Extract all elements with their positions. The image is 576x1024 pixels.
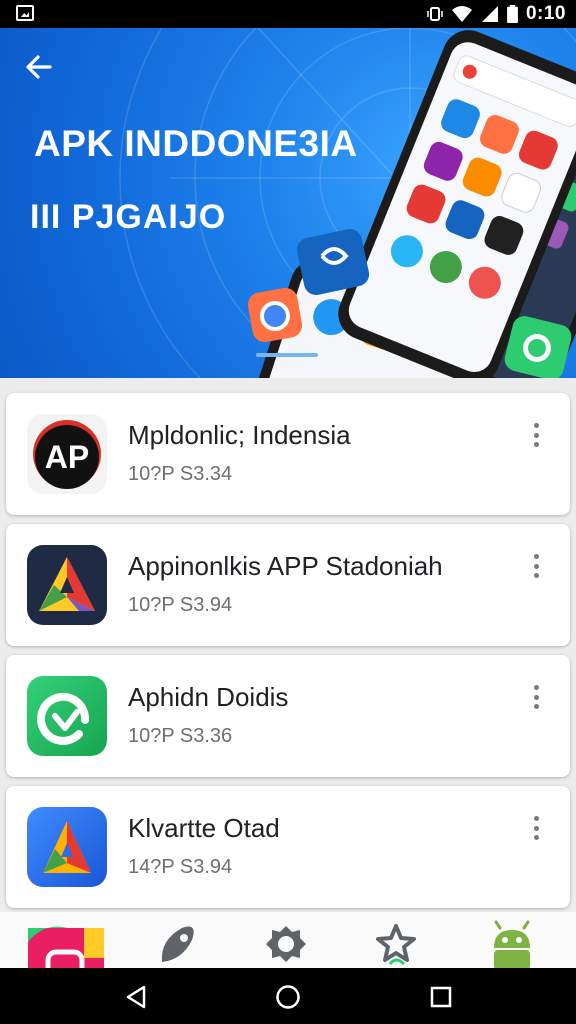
green-q-logo-icon bbox=[27, 676, 107, 756]
overflow-menu-icon[interactable] bbox=[524, 683, 548, 711]
banner-subtitle: III PJGAIJO bbox=[30, 198, 227, 236]
ap-logo-icon: AP bbox=[27, 414, 107, 494]
svg-text:AP: AP bbox=[45, 439, 89, 475]
hero-banner: APK INDDONE3IA III PJGAIJO bbox=[0, 28, 576, 378]
status-time: 0:10 bbox=[525, 3, 566, 24]
banner-page-indicator bbox=[256, 353, 318, 357]
battery-icon bbox=[507, 5, 518, 23]
instagram-like-icon[interactable] bbox=[24, 918, 104, 968]
overflow-menu-icon[interactable] bbox=[524, 552, 548, 580]
image-icon bbox=[16, 5, 34, 21]
home-circle-icon[interactable] bbox=[275, 984, 301, 1010]
app-meta: 10?P S3.34 bbox=[128, 463, 233, 485]
system-nav-bar bbox=[0, 968, 576, 1024]
app-name: Klvartte Otad bbox=[128, 813, 280, 843]
app-name: Aphidn Doidis bbox=[128, 682, 289, 712]
blue-a-logo-icon bbox=[27, 807, 107, 887]
app-meta: 14?P S3.94 bbox=[128, 856, 233, 878]
signal-icon bbox=[481, 6, 498, 22]
vibrate-icon bbox=[427, 7, 443, 21]
overflow-menu-icon[interactable] bbox=[524, 421, 548, 449]
wifi-icon bbox=[451, 6, 472, 22]
bottom-tab-bar bbox=[0, 912, 576, 968]
rocket-icon[interactable] bbox=[152, 918, 208, 968]
android-icon[interactable] bbox=[484, 918, 540, 968]
app-name: Mpldonlic; Indensia bbox=[128, 420, 351, 450]
app-card-4[interactable]: Klvartte Otad 14?P S3.94 bbox=[6, 786, 570, 908]
recents-square-icon[interactable] bbox=[428, 984, 454, 1010]
status-bar: 0:10 bbox=[0, 0, 576, 28]
app-meta: 10?P S3.36 bbox=[128, 725, 233, 747]
back-arrow-icon[interactable] bbox=[22, 50, 56, 84]
app-name: Appinonlkis APP Stadoniah bbox=[128, 551, 443, 581]
gear-badge-icon[interactable] bbox=[258, 918, 314, 968]
app-card-2[interactable]: Appinonlkis APP Stadoniah 10?P S3.94 bbox=[6, 524, 570, 646]
app-meta: 10?P S3.94 bbox=[128, 594, 233, 616]
banner-title: APK INDDONE3IA bbox=[34, 123, 358, 164]
back-triangle-icon[interactable] bbox=[124, 984, 150, 1010]
app-card-1[interactable]: AP Mpldonlic; Indensia 10?P S3.34 bbox=[6, 393, 570, 515]
star-icon[interactable] bbox=[368, 918, 424, 968]
overflow-menu-icon[interactable] bbox=[524, 814, 548, 842]
app-card-3[interactable]: Aphidn Doidis 10?P S3.36 bbox=[6, 655, 570, 777]
status-icons: 0:10 bbox=[427, 3, 566, 25]
triangle-a-logo-icon bbox=[27, 545, 107, 625]
